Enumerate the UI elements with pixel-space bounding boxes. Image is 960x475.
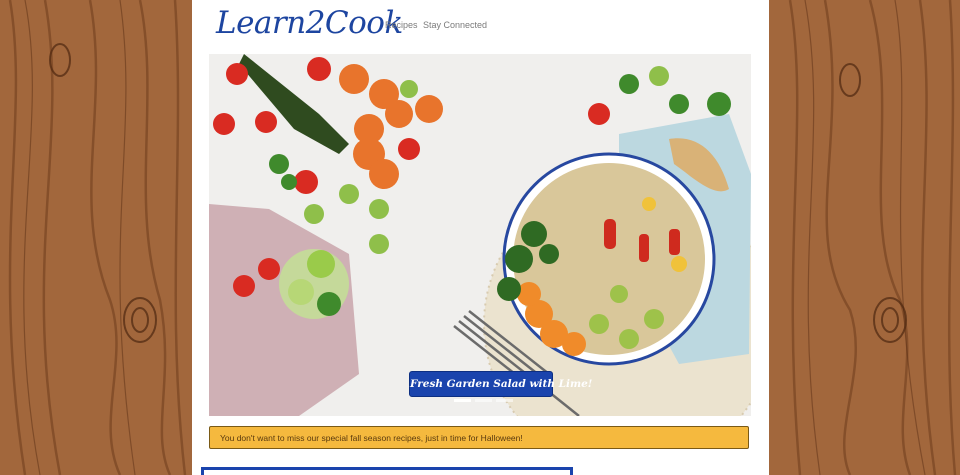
- brand-logo[interactable]: Learn2Cook: [216, 5, 403, 41]
- carousel-slide-image: [209, 54, 751, 416]
- carousel-indicator-3[interactable]: [496, 399, 513, 402]
- nav-link-stay-connected[interactable]: Stay Connected: [423, 20, 487, 30]
- carousel-indicator-1[interactable]: [454, 399, 471, 402]
- carousel-caption: Fresh Garden Salad with Lime!: [409, 371, 592, 397]
- carousel-indicator-2[interactable]: [475, 399, 492, 402]
- nav-link-recipes[interactable]: Recipes: [385, 20, 418, 30]
- carousel-indicators: [452, 399, 515, 403]
- fall-recipes-alert: You don't want to miss our special fall …: [209, 426, 749, 449]
- content-panel: [201, 467, 573, 475]
- navbar: Learn2Cook Recipes Stay Connected: [192, 0, 769, 50]
- page-container: Learn2Cook Recipes Stay Connected Fresh …: [192, 0, 769, 475]
- hero-carousel[interactable]: Fresh Garden Salad with Lime!: [209, 54, 751, 416]
